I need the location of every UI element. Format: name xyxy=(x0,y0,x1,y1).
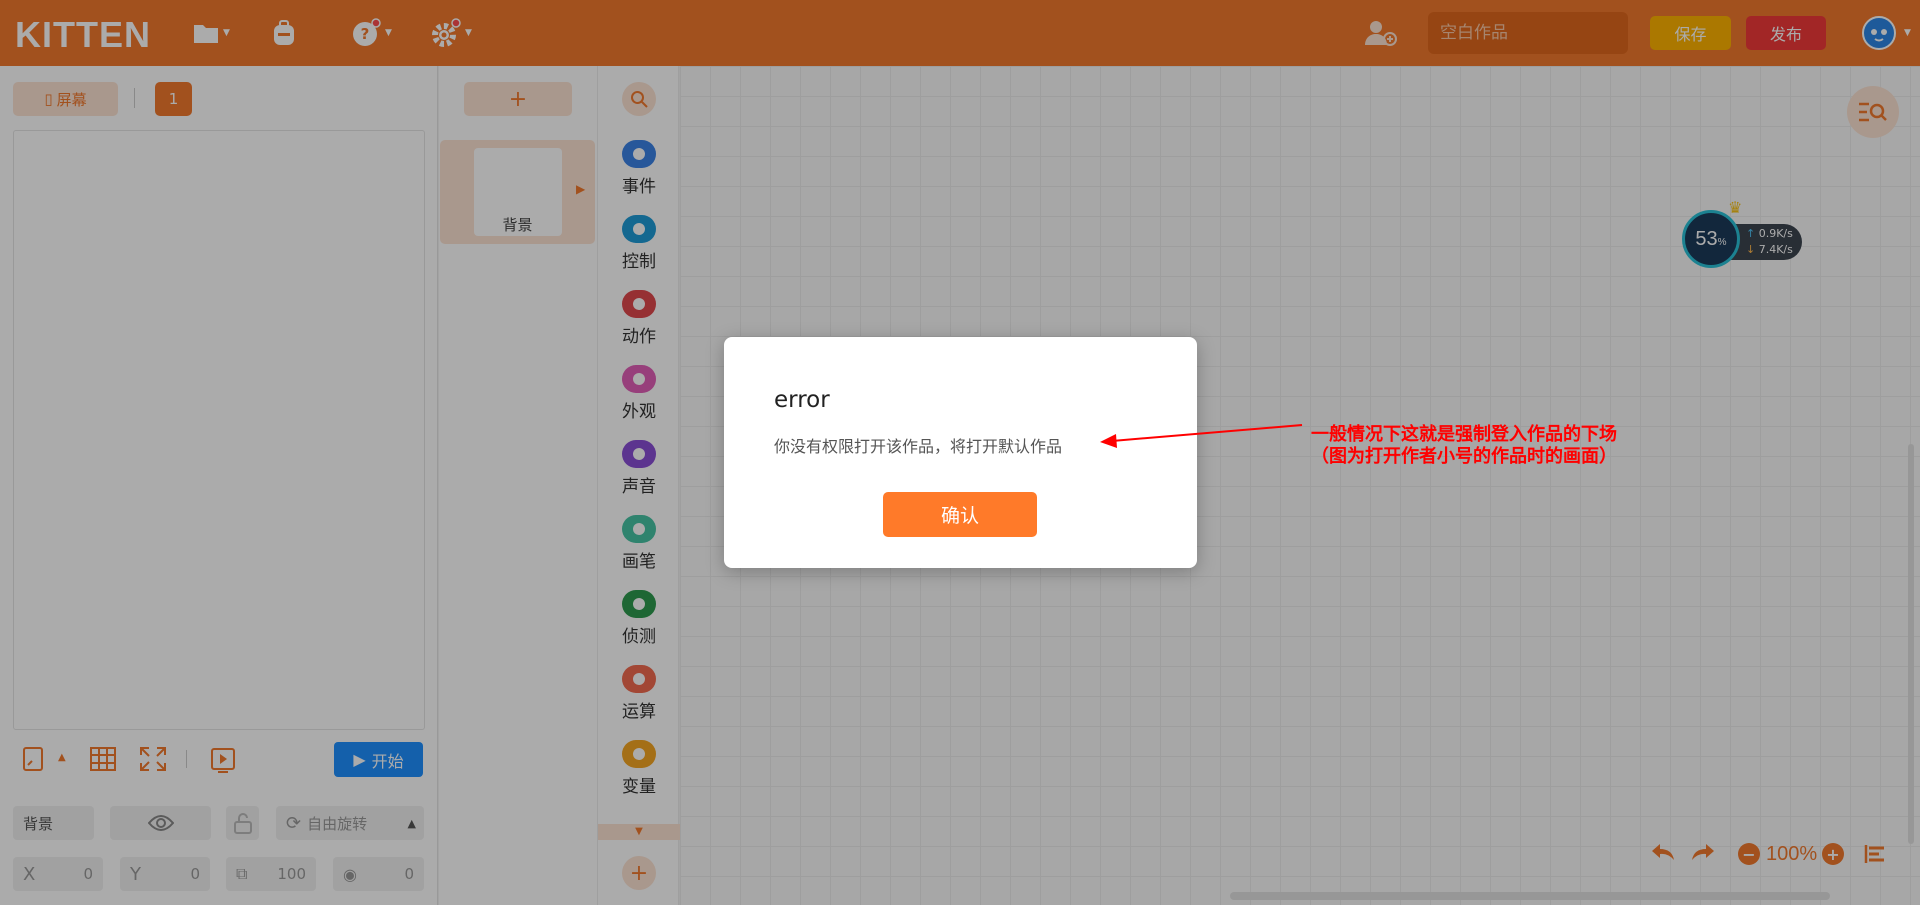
dialog-message: 你没有权限打开该作品，将打开默认作品 xyxy=(774,437,1063,456)
error-dialog: error 你没有权限打开该作品，将打开默认作品 确认 xyxy=(724,337,1197,568)
confirm-button[interactable]: 确认 xyxy=(883,492,1037,537)
dialog-title: error xyxy=(774,387,830,413)
annotation-line-1: 一般情况下这就是强制登入作品的下场 xyxy=(1311,424,1617,445)
annotation-text: 一般情况下这就是强制登入作品的下场 （图为打开作者小号的作品时的画面） xyxy=(1311,424,1617,468)
annotation-line-2: （图为打开作者小号的作品时的画面） xyxy=(1311,446,1617,467)
